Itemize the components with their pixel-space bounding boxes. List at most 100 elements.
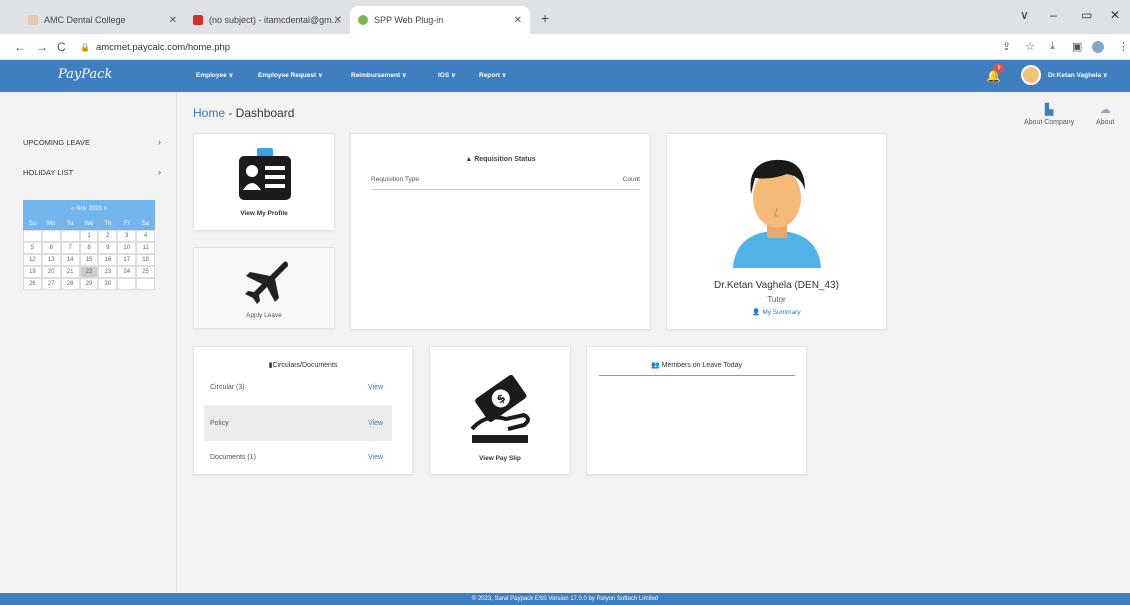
weekday-label: Tu <box>66 221 74 227</box>
calendar-day[interactable]: 21 <box>60 266 80 278</box>
menu-report[interactable]: Report ∨ <box>479 71 507 79</box>
calendar-day[interactable]: 23 <box>98 266 118 278</box>
calendar-day[interactable]: 20 <box>41 266 61 278</box>
close-tab-icon[interactable]: ✕ <box>169 15 177 26</box>
favicon-icon <box>28 15 38 25</box>
calendar-day <box>41 230 61 242</box>
address-bar: ← → C 🔒 amcmet.paycalc.com/home.php ⇪ ☆ … <box>0 34 1130 60</box>
paypack-logo[interactable]: PayPack <box>58 67 112 82</box>
col-requisition-type: Requisition Type <box>371 176 419 183</box>
calendar-day[interactable]: 30 <box>98 278 118 290</box>
calendar-day[interactable]: 26 <box>23 278 42 290</box>
sidebar-item-holiday-list[interactable]: HOLIDAY LIST <box>23 168 73 177</box>
weekday-label: Fr <box>123 221 130 227</box>
reload-icon[interactable]: C <box>57 40 66 54</box>
documents-view-link[interactable]: View <box>368 454 383 461</box>
menu-ios[interactable]: IOS ∨ <box>438 71 456 79</box>
calendar-day[interactable]: 18 <box>136 254 155 266</box>
calendar-day[interactable]: 22 <box>79 266 99 278</box>
policy-row: Policy View <box>204 405 392 441</box>
users-icon: 👥 <box>650 362 660 369</box>
side-panel-icon[interactable]: ▣ <box>1072 40 1082 53</box>
download-icon[interactable]: ⤓ <box>1050 40 1055 53</box>
breadcrumb-home[interactable]: Home <box>193 106 225 120</box>
calendar-day[interactable]: 4 <box>136 230 155 242</box>
policy-label: Policy <box>210 419 229 427</box>
calendar-day[interactable]: 19 <box>23 266 42 278</box>
user-menu[interactable]: Dr.Ketan Vaghela ∨ <box>1048 71 1108 79</box>
circular-view-link[interactable]: View <box>368 384 383 391</box>
members-on-leave-card: 👥 Members on Leave Today <box>586 346 807 475</box>
weekday-label: We <box>84 221 94 227</box>
close-window-icon[interactable]: ✕ <box>1110 8 1120 22</box>
calendar-day[interactable]: 2 <box>98 230 118 242</box>
sidebar-item-upcoming-leave[interactable]: UPCOMING LEAVE <box>23 138 90 147</box>
back-icon[interactable]: ← <box>14 40 26 54</box>
calendar-day[interactable]: 11 <box>136 242 155 254</box>
browser-tab-active[interactable]: SPP Web Plug-in ✕ <box>350 6 530 34</box>
chevron-right-icon[interactable]: › <box>158 137 161 147</box>
calendar-day[interactable]: 5 <box>23 242 42 254</box>
about-company-link[interactable]: ▙ About Company <box>1024 103 1074 126</box>
menu-employee-request[interactable]: Employee Request ∨ <box>258 71 323 79</box>
calendar-day[interactable]: 25 <box>136 266 155 278</box>
calendar-day[interactable]: 14 <box>60 254 80 266</box>
calendar-day[interactable]: 17 <box>117 254 137 266</box>
calendar-day[interactable]: 8 <box>79 242 99 254</box>
chevron-right-icon[interactable]: › <box>158 167 161 177</box>
apply-leave-label: Apply Leave <box>246 312 282 319</box>
calendar-day[interactable]: 29 <box>79 278 99 290</box>
tab-search-icon[interactable]: ∨ <box>1020 8 1029 22</box>
circular-row: Circular (3) View <box>204 369 392 405</box>
calendar-day[interactable]: 28 <box>60 278 80 290</box>
building-icon: ▙ <box>1044 104 1054 116</box>
close-tab-icon[interactable]: ✕ <box>514 15 522 26</box>
gmail-icon <box>193 15 203 25</box>
person-icon: 👤 <box>752 309 761 316</box>
close-tab-icon[interactable]: ✕ <box>334 15 342 26</box>
browser-menu-icon[interactable]: ⋮ <box>1118 40 1129 53</box>
about-link[interactable]: ☁ About <box>1096 103 1114 126</box>
calendar-day[interactable]: 9 <box>98 242 118 254</box>
lock-icon: 🔒 <box>80 42 90 52</box>
browser-tab[interactable]: (no subject) - itamcdental@gm... ✕ <box>185 6 350 34</box>
tab-label: SPP Web Plug-in <box>374 15 444 25</box>
mini-calendar: « Nov 2023 » Su Mo Tu We Th Fr Sa 1 2 3 4 5 6 7 8 9 10 1… <box>23 200 155 290</box>
calendar-day[interactable]: 7 <box>60 242 80 254</box>
view-payslip-tile[interactable]: $ View Pay Slip <box>429 346 571 475</box>
my-summary-link[interactable]: 👤 My Summary <box>667 308 886 316</box>
calendar-day[interactable]: 1 <box>79 230 99 242</box>
about-label: About <box>1096 119 1115 126</box>
url-field[interactable]: 🔒 amcmet.paycalc.com/home.php <box>80 38 970 56</box>
policy-view-link[interactable]: View <box>368 420 383 427</box>
share-icon[interactable]: ⇪ <box>1002 40 1011 53</box>
calendar-day[interactable]: 10 <box>117 242 137 254</box>
requisition-status-card: ▲ Requisition Status Requisition Type Co… <box>350 133 651 330</box>
minimize-icon[interactable]: – <box>1050 8 1057 22</box>
calendar-day[interactable]: 3 <box>117 230 137 242</box>
apply-leave-tile[interactable]: Apply Leave <box>193 247 335 329</box>
user-avatar[interactable] <box>1021 65 1041 85</box>
calendar-day[interactable]: 16 <box>98 254 118 266</box>
maximize-icon[interactable]: ▭ <box>1081 8 1092 22</box>
forward-icon[interactable]: → <box>36 40 48 54</box>
favicon-icon <box>358 15 368 25</box>
calendar-day[interactable]: 6 <box>41 242 61 254</box>
view-profile-tile[interactable]: View My Profile <box>193 133 335 231</box>
circulars-card: ▮Circulars/Documents Circular (3) View P… <box>193 346 413 475</box>
calendar-day <box>136 278 155 290</box>
menu-employee[interactable]: Employee ∨ <box>196 71 233 79</box>
calendar-day[interactable]: 15 <box>79 254 99 266</box>
calendar-day[interactable]: 12 <box>23 254 42 266</box>
browser-profile-avatar[interactable] <box>1092 41 1104 53</box>
calendar-day[interactable]: 13 <box>41 254 61 266</box>
bookmark-star-icon[interactable]: ☆ <box>1025 40 1035 53</box>
calendar-day[interactable]: 27 <box>41 278 61 290</box>
browser-tab[interactable]: AMC Dental College ✕ <box>20 6 185 34</box>
calendar-month-nav[interactable]: « Nov 2023 » <box>23 200 155 218</box>
about-company-label: About Company <box>1024 119 1075 126</box>
new-tab-icon[interactable]: + <box>541 10 549 26</box>
calendar-day[interactable]: 24 <box>117 266 137 278</box>
menu-reimbursement[interactable]: Reimbursement ∨ <box>351 71 407 79</box>
calendar-days: 1 2 3 4 5 6 7 8 9 10 11 12 13 14 15 16 17 18 19 20 21 22 23 24 2… <box>23 230 155 290</box>
